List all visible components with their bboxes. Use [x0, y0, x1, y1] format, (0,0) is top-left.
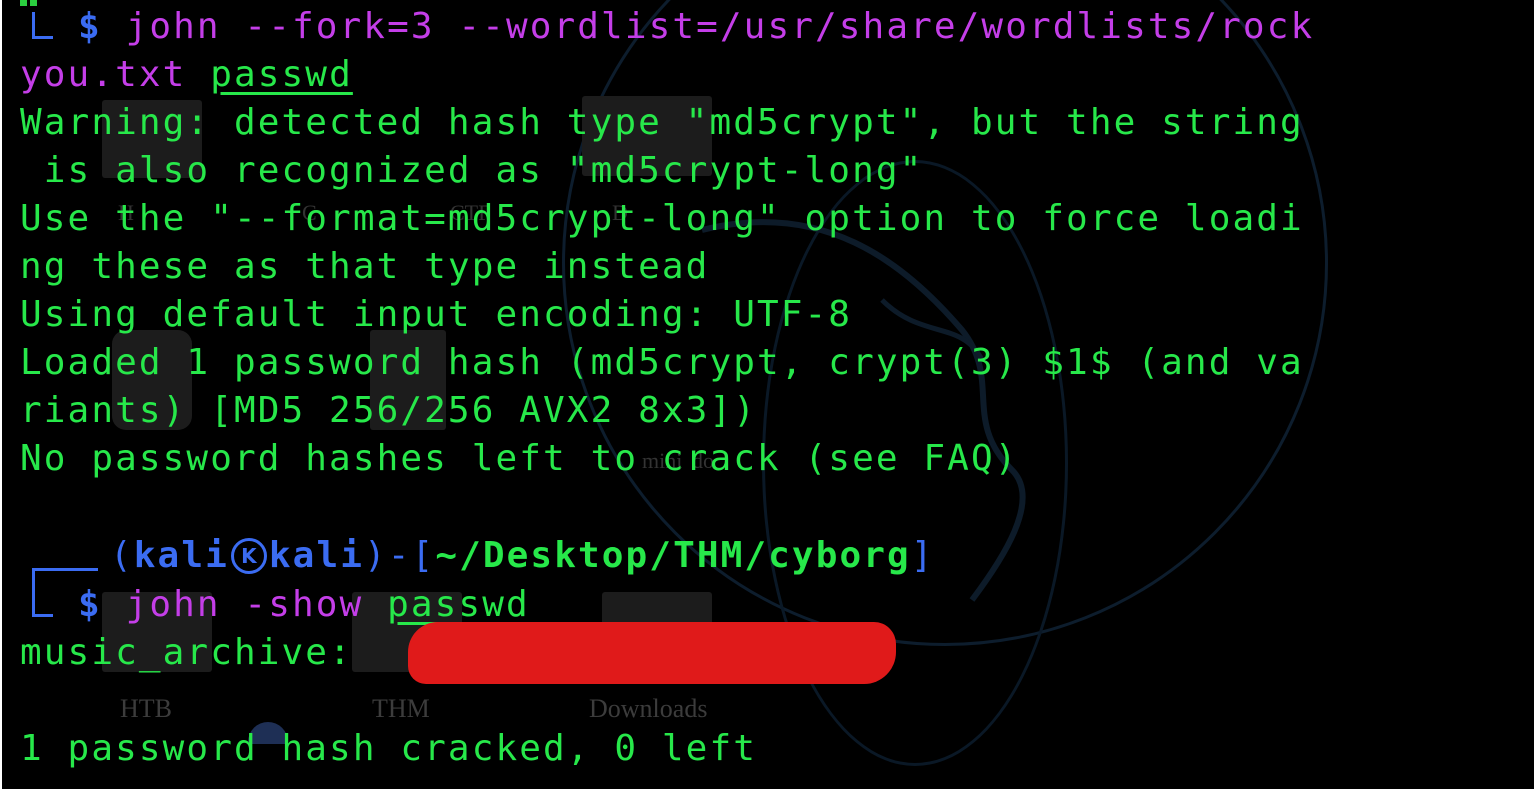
- prompt-mid: )-[: [364, 535, 436, 576]
- output-line: Using default input encoding: UTF-8: [20, 294, 853, 335]
- command-arg: passwd: [387, 584, 530, 625]
- command-arg: passwd: [210, 54, 353, 95]
- command-text: john -show: [125, 584, 364, 625]
- screenshot-frame: H C CTF D mini do HTB THM Downloads $ jo…: [0, 0, 1536, 791]
- output-line: is also recognized as "md5crypt-long": [20, 150, 924, 191]
- desktop-label-downloads: Downloads: [589, 694, 708, 723]
- output-line: Loaded 1 password hash (md5crypt, crypt(…: [20, 342, 1304, 383]
- desktop-label-thm: THM: [372, 694, 430, 723]
- desktop-label-htb: HTB: [120, 694, 172, 723]
- output-line: ng these as that type instead: [20, 246, 710, 287]
- redaction-mark: [408, 622, 896, 684]
- command-text: john --fork=3 --wordlist=/usr/share/word…: [125, 6, 1315, 47]
- prompt-symbol: $: [78, 584, 102, 625]
- prompt-path: ~/Desktop/THM/cyborg: [435, 535, 911, 576]
- output-line: riants) [MD5 256/256 AVX2 8x3]): [20, 390, 757, 431]
- cursor-fragment: [20, 0, 27, 6]
- command-line-1-cont: you.txt passwd: [20, 51, 353, 99]
- output-line: No password hashes left to crack (see FA…: [20, 438, 1019, 479]
- command-line-1: $ john --fork=3 --wordlist=/usr/share/wo…: [78, 3, 1314, 51]
- output-line: Warning: detected hash type "md5crypt", …: [20, 102, 1304, 143]
- prompt-line: (kali Kkali)-[~/Desktop/THM/cyborg]: [110, 532, 935, 580]
- cursor-fragment: [30, 0, 37, 6]
- kali-icon: K: [230, 538, 267, 574]
- summary-line: 1 password hash cracked, 0 left: [20, 728, 757, 769]
- prompt-open: (: [110, 535, 134, 576]
- prompt-box-corner: [32, 12, 53, 39]
- prompt-user: kali: [133, 535, 229, 576]
- result-label: music_archive:: [20, 632, 353, 673]
- command-text: you.txt: [20, 54, 187, 95]
- prompt-host: kali: [268, 535, 364, 576]
- output-line: Use the "--format=md5crypt-long" option …: [20, 198, 1304, 239]
- prompt-box-corner: [32, 590, 53, 617]
- prompt-close: ]: [910, 535, 935, 576]
- prompt-symbol: $: [78, 6, 102, 47]
